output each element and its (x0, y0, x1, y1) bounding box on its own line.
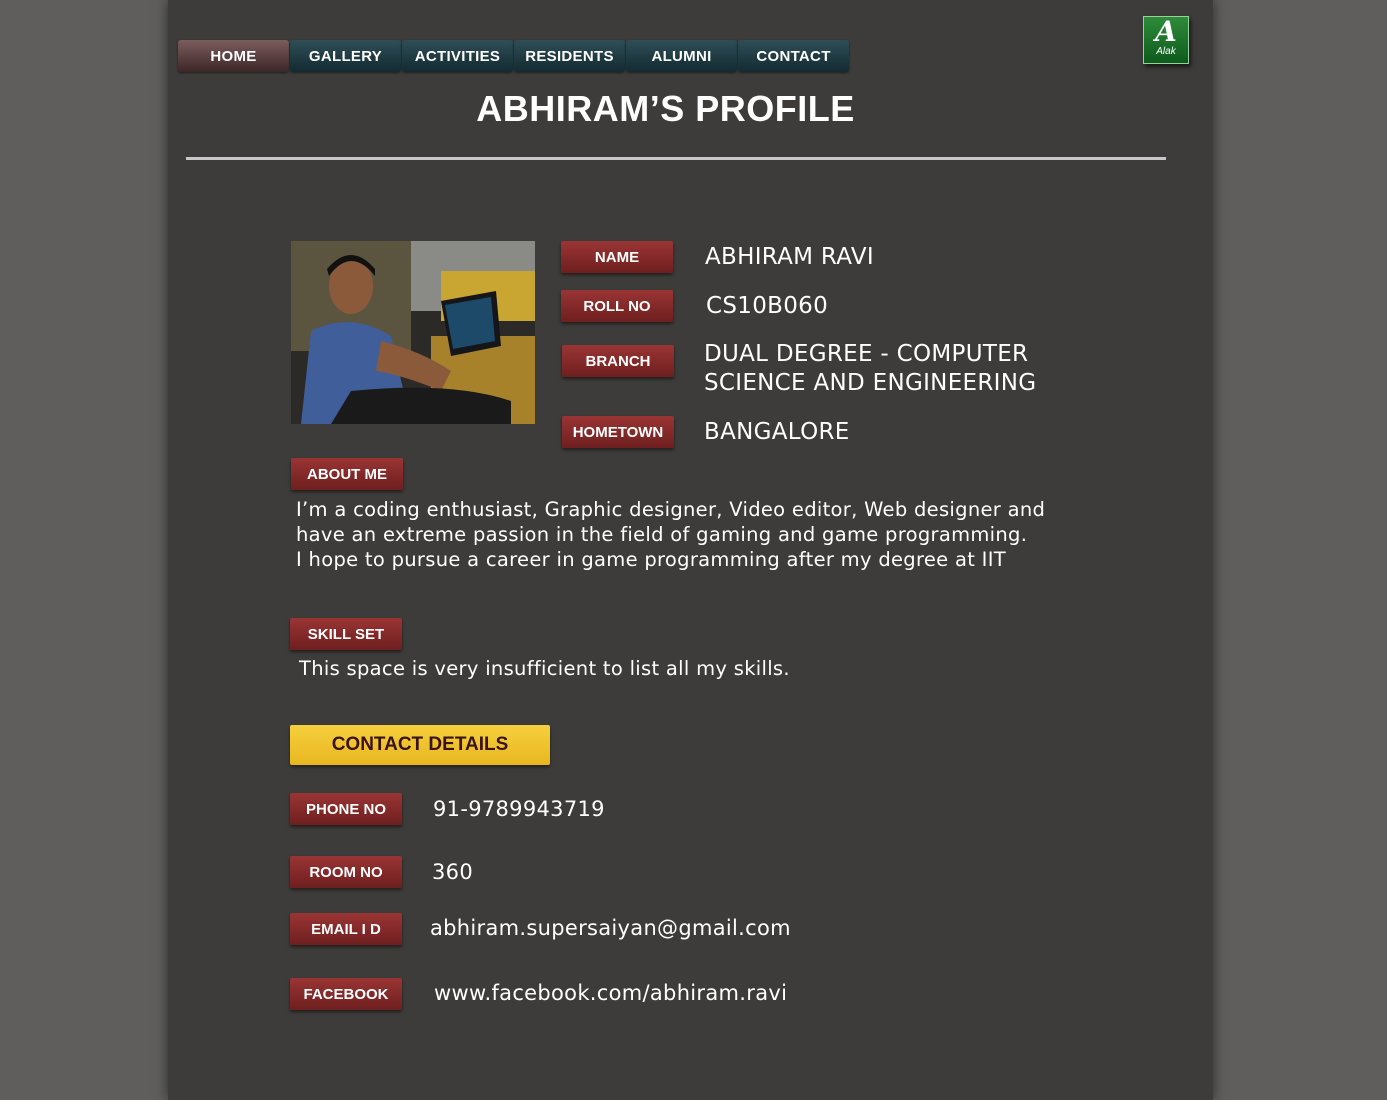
nav-activities[interactable]: ACTIVITIES (402, 40, 513, 72)
email-tag: EMAIL I D (290, 913, 402, 945)
page-title: ABHIRAM’S PROFILE (476, 88, 855, 129)
nav-alumni[interactable]: ALUMNI (626, 40, 737, 72)
name-value: ABHIRAM RAVI (705, 244, 874, 270)
facebook-tag: FACEBOOK (290, 978, 402, 1010)
logo-letter: A (1155, 15, 1177, 48)
room-value: 360 (432, 860, 473, 884)
about-tag: ABOUT ME (291, 458, 403, 490)
facebook-value[interactable]: www.facebook.com/abhiram.ravi (434, 981, 787, 1005)
name-tag: NAME (561, 241, 673, 273)
phone-value: 91-9789943719 (433, 797, 605, 821)
main-nav: HOME GALLERY ACTIVITIES RESIDENTS ALUMNI… (178, 40, 850, 72)
nav-contact[interactable]: CONTACT (738, 40, 849, 72)
alak-logo[interactable]: A Alak (1143, 16, 1189, 64)
logo-text: Alak (1156, 46, 1176, 57)
branch-tag: BRANCH (562, 345, 674, 377)
profile-photo (291, 241, 535, 424)
hometown-value: BANGALORE (704, 419, 850, 445)
about-text-line1: I’m a coding enthusiast, Graphic designe… (296, 498, 1046, 521)
branch-value-line2: SCIENCE AND ENGINEERING (704, 370, 1037, 396)
skills-tag: SKILL SET (290, 618, 402, 650)
nav-gallery[interactable]: GALLERY (290, 40, 401, 72)
contact-details-heading: CONTACT DETAILS (290, 725, 550, 765)
about-text-line3: I hope to pursue a career in game progra… (296, 548, 1006, 571)
roll-tag: ROLL NO (561, 290, 673, 322)
skills-text: This space is very insufficient to list … (299, 657, 790, 680)
hometown-tag: HOMETOWN (562, 416, 674, 448)
email-value[interactable]: abhiram.supersaiyan@gmail.com (430, 916, 791, 940)
room-tag: ROOM NO (290, 856, 402, 888)
nav-residents[interactable]: RESIDENTS (514, 40, 625, 72)
about-text-line2: have an extreme passion in the field of … (296, 523, 1028, 546)
page-container: HOME GALLERY ACTIVITIES RESIDENTS ALUMNI… (168, 0, 1213, 1100)
roll-value: CS10B060 (706, 293, 829, 319)
title-divider (186, 157, 1166, 160)
phone-tag: PHONE NO (290, 793, 402, 825)
branch-value-line1: DUAL DEGREE - COMPUTER (704, 341, 1029, 367)
nav-home[interactable]: HOME (178, 40, 289, 72)
